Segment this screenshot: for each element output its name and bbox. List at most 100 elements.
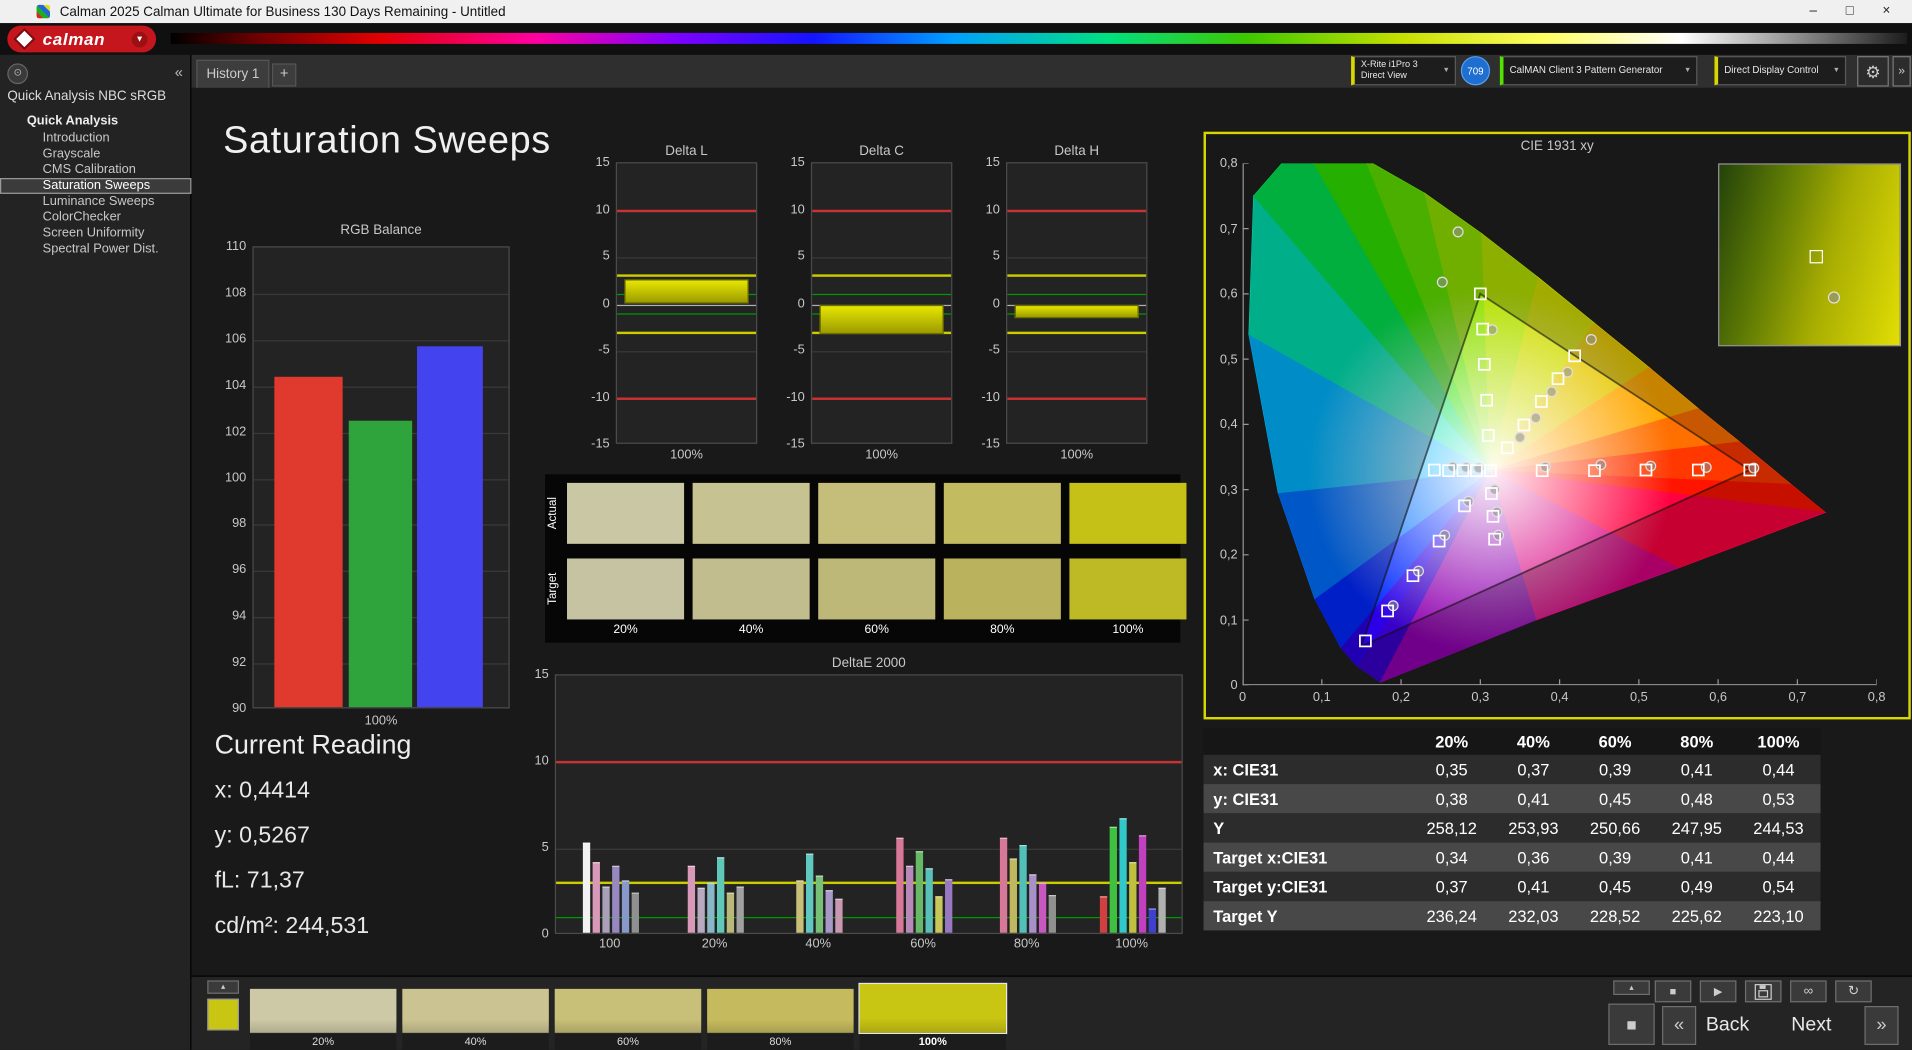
calman-logo-button[interactable]: calman ▼ [7, 25, 157, 53]
pattern-swatch-20%[interactable] [249, 988, 397, 1033]
window-controls: – □ × [1795, 0, 1905, 23]
reference-line [617, 209, 757, 212]
stop-button[interactable]: ■ [1654, 980, 1692, 1003]
cie-x-tick-label: 0 [1238, 690, 1247, 705]
tab-history-1[interactable]: History 1 [196, 59, 270, 90]
link-button[interactable]: ∞ [1790, 980, 1827, 1003]
sidebar-item-spectral-power-dist-[interactable]: Spectral Power Dist. [0, 241, 191, 257]
pattern-swatch-40%[interactable] [402, 988, 549, 1033]
current-reading-x: x: 0,4414 [214, 777, 310, 804]
chevron-up-icon: ▴ [1629, 984, 1634, 993]
back-button[interactable]: Back [1706, 1015, 1749, 1037]
workflow-tree: Quick Analysis Introduction Grayscale CMS C… [0, 111, 192, 257]
table-cell-value: 228,52 [1589, 906, 1641, 925]
next-button[interactable]: Next [1791, 1015, 1831, 1037]
swatch-label: 100% [1112, 623, 1144, 637]
tree-root-quick-analysis[interactable]: Quick Analysis [0, 111, 191, 131]
y-tick-label: -5 [598, 342, 610, 358]
sidebar-item-saturation-sweeps[interactable]: Saturation Sweeps [0, 178, 192, 194]
play-button[interactable]: ▶ [1699, 980, 1737, 1003]
add-tab-button[interactable]: + [271, 63, 297, 87]
swatch-label: 20% [613, 623, 638, 637]
y-tick-label: 0 [541, 926, 549, 942]
swatch-label: 80% [990, 623, 1015, 637]
logo-dropdown-caret-icon[interactable]: ▼ [131, 31, 148, 47]
y-tick-label: 10 [985, 201, 1000, 217]
deltae-bar [612, 865, 620, 933]
cie-title: CIE 1931 xy [1520, 139, 1594, 154]
next-chevron-button[interactable]: » [1864, 1005, 1899, 1046]
display-control-dropdown[interactable]: Direct Display Control ▼ [1714, 56, 1847, 86]
pattern-swatch-60%[interactable] [554, 988, 702, 1033]
pattern-swatch-100%[interactable] [858, 982, 1008, 1035]
y-tick-label: -5 [988, 342, 1000, 358]
sidebar-item-screen-uniformity[interactable]: Screen Uniformity [0, 226, 191, 242]
table-header-cell: 80% [1680, 732, 1714, 751]
sidebar-item-grayscale[interactable]: Grayscale [0, 146, 191, 162]
y-tick-label: 10 [534, 753, 549, 769]
meter-dropdown[interactable]: X-Rite i1Pro 3 Direct View ▼ [1351, 56, 1456, 86]
reference-line [617, 313, 757, 315]
gridline [1007, 257, 1147, 259]
delta-l-title: Delta L [665, 143, 708, 159]
panel-expand-button[interactable]: » [1892, 56, 1911, 87]
sidebar-item-colorchecker[interactable]: ColorChecker [0, 210, 191, 226]
maximize-button[interactable]: □ [1832, 0, 1869, 23]
y-tick-label: 0 [797, 295, 805, 311]
reference-line [556, 760, 1182, 764]
zero-axis [617, 304, 757, 306]
sidebar-item-introduction[interactable]: Introduction [0, 130, 191, 146]
target-swatch-40% [692, 558, 810, 620]
reference-line [556, 882, 1182, 885]
calman-logo-text: calman [42, 29, 106, 49]
table-cell-value: 0,34 [1435, 848, 1468, 867]
settings-gear-button[interactable]: ⚙ [1857, 56, 1889, 87]
table-row-label: Y [1213, 818, 1225, 838]
rgb-balance-chart: RGB Balance 100% 90 92 94 96 98 100 102 104 106 1… [207, 223, 536, 735]
target-swatch-100% [1069, 558, 1187, 620]
y-tick-label: -10 [786, 389, 805, 405]
rec709-badge[interactable]: 709 [1460, 56, 1491, 86]
swatch-comparison-panel: Actual Target 20% 40% 60% 80% 100% [545, 474, 1187, 643]
table-cell-value: 232,03 [1508, 906, 1559, 925]
y-tick-label: 94 [232, 608, 247, 624]
workflow-title: Quick Analysis NBC sRGB [7, 89, 167, 104]
y-tick-label: -15 [981, 436, 1000, 452]
results-table: 20% 40% 60% 80% 100% x: CIE31 0,35 0,37 0,39 0,41… [1203, 727, 1821, 931]
back-chevron-button[interactable]: « [1662, 1005, 1697, 1046]
actual-row-label: Actual [546, 497, 560, 530]
refresh-button[interactable]: ↻ [1835, 980, 1872, 1003]
rgb-balance-plot [252, 246, 510, 709]
pattern-generator-dropdown[interactable]: CalMAN Client 3 Pattern Generator ▼ [1499, 56, 1698, 86]
close-button[interactable]: × [1868, 0, 1905, 23]
y-tick-label: 100 [224, 470, 247, 485]
deltae-bar [1029, 873, 1037, 933]
gridline [253, 293, 509, 295]
y-tick-label: 15 [790, 154, 805, 170]
y-tick-label: -10 [981, 389, 1000, 405]
delta-c-title: Delta C [859, 143, 904, 159]
transport-up-button[interactable]: ▴ [1613, 980, 1650, 996]
y-tick-label: 90 [232, 701, 247, 716]
sidebar-item-cms-calibration[interactable]: CMS Calibration [0, 162, 191, 178]
delta-l-plot [615, 162, 758, 444]
save-button[interactable] [1744, 980, 1782, 1003]
pattern-window-button[interactable]: ■ [1608, 1003, 1655, 1046]
table-cell-value: 0,41 [1517, 789, 1550, 808]
nav-circle-button[interactable]: ⊙ [7, 63, 29, 85]
table-row: Target x:CIE31 0,34 0,36 0,39 0,41 0,44 [1203, 842, 1821, 872]
table-row: Target Y 236,24 232,03 228,52 225,62 223,10 [1203, 901, 1821, 931]
table-row-label: Target y:CIE31 [1213, 877, 1328, 896]
deltae-bar [825, 889, 833, 933]
actual-swatch-80% [943, 482, 1061, 544]
pattern-swatch-label: 40% [402, 1034, 549, 1050]
sidebar-collapse-button[interactable]: « [175, 63, 183, 80]
sidebar-item-luminance-sweeps[interactable]: Luminance Sweeps [0, 194, 191, 210]
strip-up-button[interactable]: ▴ [207, 980, 240, 994]
reference-line [1007, 396, 1147, 400]
minimize-button[interactable]: – [1795, 0, 1832, 23]
pattern-swatch-80%[interactable] [707, 988, 854, 1033]
deltae-bar [906, 865, 914, 933]
y-tick-label: 106 [224, 331, 247, 347]
current-reading: Current Reading x: 0,4414 y: 0,5267 fL: … [215, 729, 412, 958]
